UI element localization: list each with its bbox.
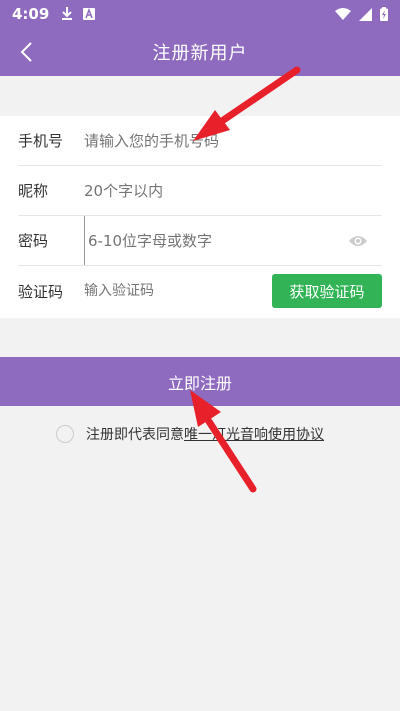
agreement-link[interactable]: 唯一灯光音响使用协议 [184,424,324,444]
phone-label: 手机号 [18,132,64,150]
password-row: 密码 [18,216,382,266]
page-title: 注册新用户 [152,43,248,64]
wifi-icon [335,8,351,20]
signal-icon [359,7,372,21]
app-bar: 注册新用户 [0,28,400,76]
eye-icon[interactable] [346,229,370,253]
code-label: 验证码 [18,282,64,301]
status-time: 4:09 [12,5,50,23]
password-input[interactable] [84,216,346,265]
phone-input[interactable] [84,116,382,165]
back-button[interactable] [6,28,46,76]
app-notification-icon [83,8,96,20]
battery-icon [380,7,388,21]
agreement-prefix: 注册即代表同意 [86,427,184,443]
download-icon [62,7,73,20]
nickname-row: 昵称 [18,166,382,216]
code-row: 验证码 获取验证码 [18,266,382,316]
annotation-arrow-register [190,390,257,493]
nickname-input[interactable] [84,166,382,215]
annotation-arrow-phone [193,66,301,141]
registration-form: 手机号 昵称 密码 验证码 获取验证码 [0,116,400,318]
status-bar: 4:09 [0,0,400,28]
password-label: 密码 [18,232,49,250]
register-button[interactable]: 立即注册 [0,357,400,406]
nickname-label: 昵称 [18,182,49,200]
status-right-icons [335,7,388,21]
chevron-left-icon [20,42,32,62]
code-input[interactable] [84,266,272,316]
phone-row: 手机号 [18,116,382,166]
get-code-button[interactable]: 获取验证码 [272,274,382,308]
agreement: 注册即代表同意 唯一灯光音响使用协议 [56,424,324,444]
agree-checkbox[interactable] [56,425,74,443]
status-left-icons [61,7,96,21]
